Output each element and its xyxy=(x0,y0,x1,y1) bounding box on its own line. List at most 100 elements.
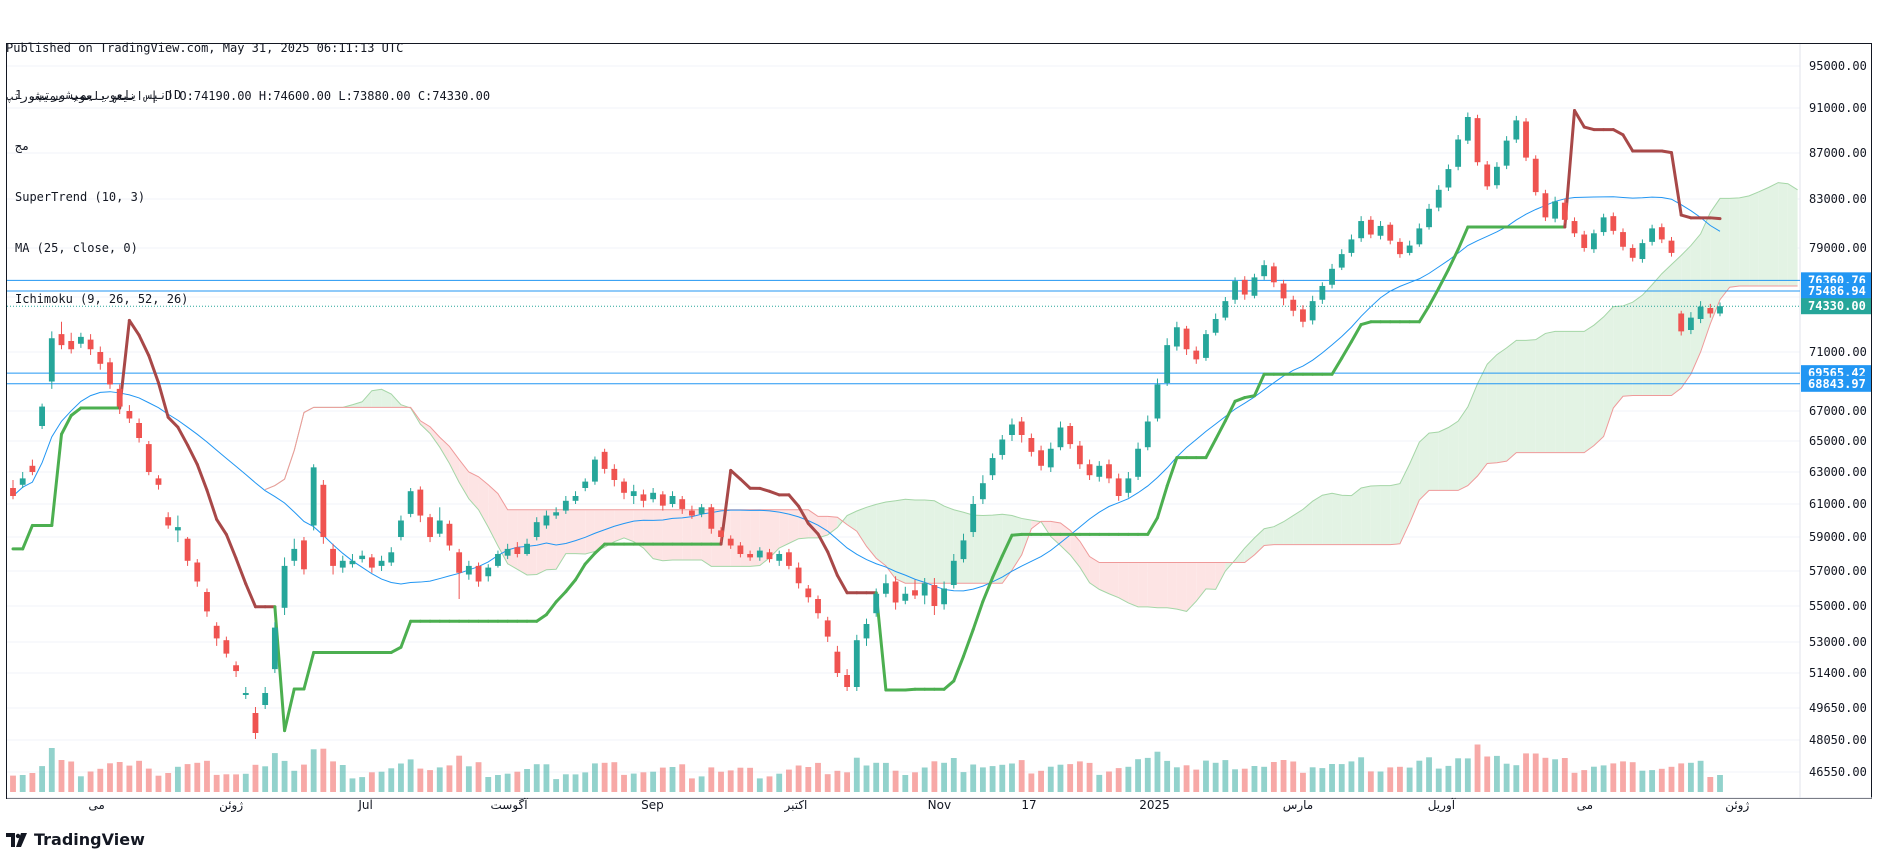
volume-bar xyxy=(950,758,957,792)
candle-body xyxy=(1280,283,1287,299)
ichimoku-cloud-segment xyxy=(1273,521,1284,545)
volume-bar xyxy=(727,770,734,792)
ichimoku-cloud-segment xyxy=(1584,325,1594,453)
price-axis-label: 53000.00 xyxy=(1809,635,1867,649)
candle-body xyxy=(1086,464,1093,476)
volume-bar xyxy=(223,774,230,792)
candle-body xyxy=(999,439,1006,455)
candle-body xyxy=(1309,301,1316,321)
volume-bar xyxy=(1270,762,1277,792)
candle-body xyxy=(1367,219,1374,235)
tradingview-logo[interactable]: TradingView xyxy=(6,830,145,849)
volume-bar xyxy=(766,776,773,792)
ichimoku-cloud-segment xyxy=(1118,562,1129,603)
ichimoku-cloud-segment xyxy=(1390,483,1400,545)
candle-body xyxy=(1397,241,1403,255)
candle-body xyxy=(1649,228,1656,242)
candle-body xyxy=(572,496,579,501)
candle-body xyxy=(873,593,880,614)
ichimoku-cloud-segment xyxy=(1623,302,1633,397)
volume-bar xyxy=(204,760,210,792)
ichimoku-cloud-segment xyxy=(1438,427,1449,491)
volume-bar xyxy=(271,753,278,792)
supertrend-segment xyxy=(961,628,975,658)
volume-bar xyxy=(562,774,569,792)
candle-body xyxy=(1018,421,1025,435)
candle-body xyxy=(979,483,986,500)
ichimoku-cloud-segment xyxy=(1399,463,1410,544)
volume-bar xyxy=(155,775,162,792)
candle-body xyxy=(1620,232,1626,247)
supertrend-segment xyxy=(835,573,849,595)
volume-bar xyxy=(87,771,94,792)
candle-body xyxy=(1183,328,1190,350)
supertrend-segment xyxy=(952,654,965,683)
ichimoku-cloud-segment xyxy=(507,509,518,570)
supertrend-segment xyxy=(137,333,151,358)
candle-body xyxy=(514,547,521,554)
volume-bar xyxy=(679,764,686,792)
candle-body xyxy=(301,540,307,570)
candle-body xyxy=(1173,327,1180,347)
ichimoku-cloud-segment xyxy=(914,500,925,584)
candle-body xyxy=(1067,426,1074,445)
volume-bar xyxy=(10,775,16,792)
candle-body xyxy=(708,507,715,529)
volume-bar xyxy=(1154,751,1161,792)
candle-body xyxy=(436,520,443,534)
ichimoku-cloud-segment xyxy=(1652,273,1662,396)
supertrend-segment xyxy=(244,582,257,609)
candle-body xyxy=(1038,450,1044,466)
volume-bar xyxy=(621,774,627,792)
volume-bar xyxy=(815,762,821,792)
volume-bar xyxy=(1717,775,1723,792)
volume-bar xyxy=(824,774,831,792)
ichimoku-cloud-segment xyxy=(1506,340,1517,462)
price-chart[interactable]: 95000.00 91000.00 87000.00 83000.00 79000.00… xyxy=(0,0,1878,858)
ichimoku-cloud-segment xyxy=(895,499,906,584)
candle-body xyxy=(912,590,918,596)
candle-body xyxy=(281,565,288,608)
legend-ma[interactable]: MA (25, close, 0) xyxy=(15,240,188,257)
price-axis-label: 57000.00 xyxy=(1809,564,1867,578)
supertrend-segment xyxy=(1330,356,1344,376)
time-axis-label: می xyxy=(88,798,104,812)
ichimoku-cloud-segment xyxy=(1099,562,1109,594)
legend-supertrend[interactable]: SuperTrend (10, 3) xyxy=(15,189,188,206)
volume-bar xyxy=(659,767,666,792)
volume-bar xyxy=(601,762,608,792)
volume-bar xyxy=(689,778,695,792)
volume-bar xyxy=(436,767,443,792)
ichimoku-cloud-segment xyxy=(1264,526,1274,546)
volume-bar xyxy=(1649,770,1656,792)
candle-body xyxy=(1687,317,1694,330)
candle-body xyxy=(1426,208,1432,228)
volume-bar xyxy=(853,757,860,792)
candle-body xyxy=(48,338,55,382)
volume-bar xyxy=(1018,760,1025,792)
volume-bar xyxy=(1309,767,1316,792)
candle-body xyxy=(1251,277,1258,296)
volume-bar xyxy=(611,762,618,792)
volume-bar xyxy=(931,761,938,792)
candle-body xyxy=(1697,306,1704,319)
volume-bar xyxy=(368,772,375,792)
candle-body xyxy=(902,593,909,601)
candle-body xyxy=(853,640,860,687)
time-axis-label: ژوئن xyxy=(219,798,243,813)
supertrend-segment xyxy=(1233,396,1247,403)
candle-body xyxy=(485,567,492,577)
candle-body xyxy=(1610,216,1617,231)
candle-body xyxy=(960,540,967,560)
supertrend-segment xyxy=(176,425,190,447)
candle-body xyxy=(650,492,657,500)
volume-bar xyxy=(1329,764,1335,792)
candle-body xyxy=(1581,234,1588,248)
volume-bar xyxy=(1222,760,1229,792)
ichimoku-cloud-segment xyxy=(1312,495,1323,545)
candle-body xyxy=(1232,281,1238,300)
legend-symbol[interactable]: انیس یلعوب یمیشورتپ, 1D xyxy=(15,87,188,104)
volume-bar xyxy=(213,774,220,792)
legend-ichimoku[interactable]: Ichimoku (9, 26, 52, 26) xyxy=(15,291,188,308)
volume-bar xyxy=(999,764,1006,792)
